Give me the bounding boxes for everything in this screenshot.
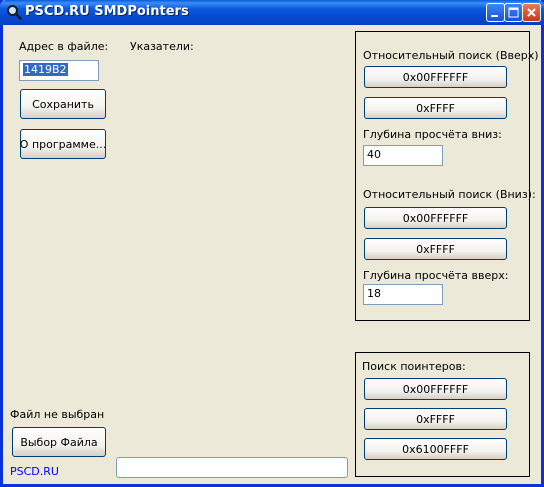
pointers-label: Указатели: bbox=[130, 40, 194, 53]
magnifier-icon bbox=[7, 5, 22, 20]
search-up-24bit-button[interactable]: 0x00FFFFFF bbox=[364, 66, 507, 88]
search-down-16bit-button[interactable]: 0xFFFF bbox=[364, 238, 507, 260]
depth-down-input[interactable]: 40 bbox=[363, 145, 443, 166]
maximize-icon bbox=[508, 7, 519, 18]
address-value: 1419B2 bbox=[23, 63, 68, 76]
maximize-button[interactable] bbox=[504, 3, 523, 22]
file-status-label: Файл не выбран bbox=[10, 408, 105, 421]
close-button[interactable] bbox=[522, 3, 541, 22]
pointer-search-24bit-button[interactable]: 0x00FFFFFF bbox=[364, 378, 507, 400]
pointer-search-6100-button[interactable]: 0x6100FFFF bbox=[364, 438, 507, 460]
depth-up-label: Глубина просчёта вверх: bbox=[363, 269, 509, 282]
address-label: Адрес в файле: bbox=[19, 40, 109, 53]
pointer-search-label: Поиск поинтеров: bbox=[362, 360, 466, 373]
address-input[interactable]: 1419B2 bbox=[19, 60, 99, 81]
search-up-label: Относительный поиск (Вверх) bbox=[363, 49, 539, 62]
progress-bar bbox=[116, 457, 348, 478]
choose-file-button[interactable]: Выбор Файла bbox=[12, 427, 106, 457]
depth-down-label: Глубина просчёта вниз: bbox=[363, 128, 502, 141]
minimize-icon bbox=[491, 15, 498, 17]
minimize-button[interactable] bbox=[486, 3, 505, 22]
pointer-search-16bit-button[interactable]: 0xFFFF bbox=[364, 408, 507, 430]
title-bar[interactable]: PSCD.RU SMDPointers bbox=[0, 0, 544, 25]
save-button[interactable]: Сохранить bbox=[20, 89, 106, 119]
window-title: PSCD.RU SMDPointers bbox=[25, 4, 189, 19]
about-button[interactable]: О программе... bbox=[20, 129, 106, 159]
app-window: PSCD.RU SMDPointers Адрес в файле: 1419B… bbox=[0, 0, 544, 487]
search-up-16bit-button[interactable]: 0xFFFF bbox=[364, 97, 507, 119]
depth-up-input[interactable]: 18 bbox=[363, 284, 443, 305]
site-link[interactable]: PSCD.RU bbox=[10, 465, 59, 478]
close-icon bbox=[527, 8, 536, 17]
search-down-label: Относительный поиск (Вниз): bbox=[363, 188, 536, 201]
search-down-24bit-button[interactable]: 0x00FFFFFF bbox=[364, 207, 507, 229]
